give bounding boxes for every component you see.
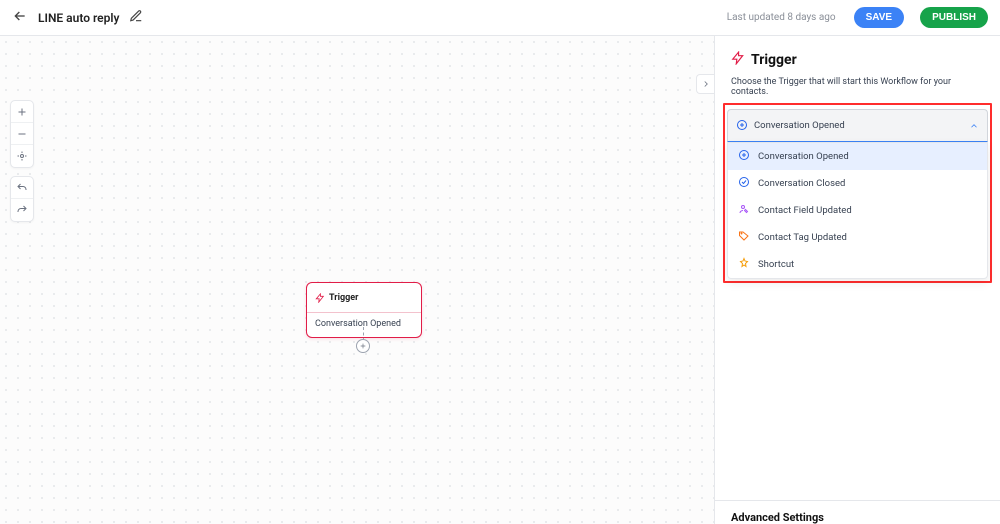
panel-inner: Trigger Choose the Trigger that will sta… <box>715 36 1000 500</box>
collapse-panel-button[interactable] <box>696 74 714 94</box>
advanced-settings-heading[interactable]: Advanced Settings <box>731 511 984 524</box>
zoom-in-button[interactable] <box>11 101 33 123</box>
option-label: Shortcut <box>758 259 794 270</box>
tag-icon <box>738 230 750 245</box>
trigger-select[interactable]: Conversation Opened <box>727 109 988 142</box>
trigger-dropdown: Conversation Opened Conversation Closed … <box>727 142 988 279</box>
option-conversation-closed[interactable]: Conversation Closed <box>728 170 987 197</box>
option-label: Contact Field Updated <box>758 205 852 216</box>
shortcut-icon <box>738 257 750 272</box>
check-circle-icon <box>738 176 750 191</box>
edit-title-icon[interactable] <box>129 8 143 27</box>
zoom-tool-group <box>10 100 34 168</box>
highlight-annotation: Conversation Opened Conversation Opened <box>723 103 992 283</box>
workflow-canvas[interactable]: Trigger Conversation Opened <box>0 36 714 524</box>
panel-description: Choose the Trigger that will start this … <box>731 77 984 97</box>
redo-button[interactable] <box>11 199 33 221</box>
save-button[interactable]: SAVE <box>854 7 905 28</box>
plus-circle-icon <box>736 116 748 135</box>
option-label: Conversation Closed <box>758 178 845 189</box>
option-shortcut[interactable]: Shortcut <box>728 251 987 278</box>
add-step-button[interactable] <box>356 339 370 353</box>
option-label: Contact Tag Updated <box>758 232 847 243</box>
zoom-out-button[interactable] <box>11 123 33 145</box>
option-contact-tag-updated[interactable]: Contact Tag Updated <box>728 224 987 251</box>
trigger-node-body: Conversation Opened <box>307 313 421 337</box>
workflow-title: LINE auto reply <box>38 11 119 25</box>
body: Trigger Conversation Opened Trigger Choo… <box>0 36 1000 524</box>
lightning-icon <box>315 288 325 307</box>
panel-title-row: Trigger <box>731 50 984 69</box>
app-root: LINE auto reply Last updated 8 days ago … <box>0 0 1000 524</box>
undo-button[interactable] <box>11 177 33 199</box>
option-contact-field-updated[interactable]: Contact Field Updated <box>728 197 987 224</box>
plus-circle-icon <box>738 149 750 164</box>
trigger-panel: Trigger Choose the Trigger that will sta… <box>714 36 1000 524</box>
trigger-node-title: Trigger <box>329 293 358 303</box>
chevron-up-icon <box>969 116 979 135</box>
trigger-select-value: Conversation Opened <box>754 120 963 131</box>
option-label: Conversation Opened <box>758 151 849 162</box>
back-icon[interactable] <box>12 8 28 28</box>
publish-button[interactable]: PUBLISH <box>920 7 988 28</box>
panel-spacer <box>731 283 984 500</box>
panel-footer: Advanced Settings <box>715 500 1000 524</box>
last-updated-label: Last updated 8 days ago <box>727 12 836 23</box>
header-left: LINE auto reply <box>12 8 143 28</box>
lightning-icon <box>731 50 745 69</box>
trigger-node[interactable]: Trigger Conversation Opened <box>306 282 422 338</box>
history-tool-group <box>10 176 34 222</box>
panel-title: Trigger <box>751 52 797 68</box>
user-edit-icon <box>738 203 750 218</box>
trigger-node-header: Trigger <box>307 283 421 313</box>
canvas-toolbar <box>10 100 34 230</box>
header-bar: LINE auto reply Last updated 8 days ago … <box>0 0 1000 36</box>
option-conversation-opened[interactable]: Conversation Opened <box>728 143 987 170</box>
fit-view-button[interactable] <box>11 145 33 167</box>
